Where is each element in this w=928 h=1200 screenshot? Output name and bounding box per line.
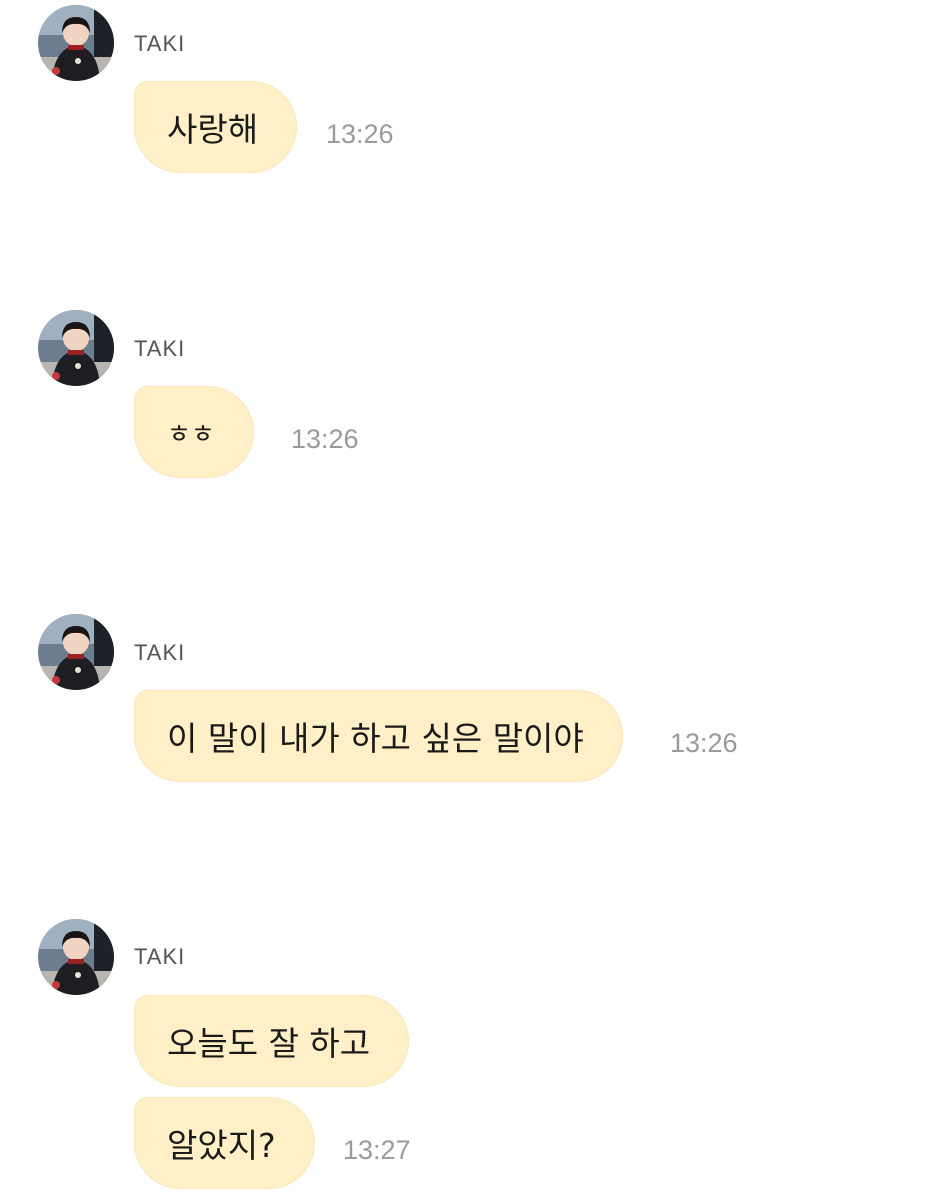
message-time: 13:26	[291, 424, 359, 454]
sender-name: TAKI	[134, 944, 186, 969]
message-time: 13:26	[326, 119, 394, 149]
message-bubble[interactable]: 이 말이 내가 하고 싶은 말이야	[134, 690, 623, 782]
message-time: 13:27	[343, 1135, 411, 1165]
avatar[interactable]	[38, 614, 114, 690]
message-bubble[interactable]: ㅎㅎ	[134, 386, 254, 478]
profile-photo-icon	[38, 310, 114, 386]
sender-name: TAKI	[134, 31, 186, 56]
message-time: 13:26	[670, 728, 738, 758]
message-bubble[interactable]: 사랑해	[134, 81, 298, 173]
message-bubble[interactable]: 오늘도 잘 하고	[134, 995, 410, 1087]
avatar[interactable]	[38, 310, 114, 386]
profile-photo-icon	[38, 614, 114, 690]
avatar[interactable]	[38, 919, 114, 995]
message-bubble[interactable]: 알았지?	[134, 1097, 315, 1189]
profile-photo-icon	[38, 919, 114, 995]
sender-name: TAKI	[134, 640, 186, 665]
avatar[interactable]	[38, 5, 114, 81]
sender-name: TAKI	[134, 336, 186, 361]
profile-photo-icon	[38, 5, 114, 81]
